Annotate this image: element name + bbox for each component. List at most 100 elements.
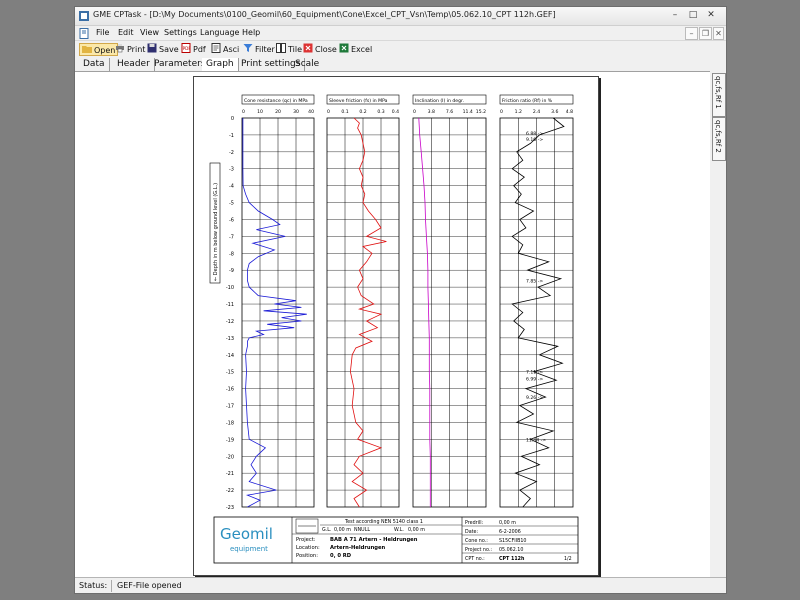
- x-tick-label: 0: [413, 109, 416, 115]
- depth-tick-label: -20: [226, 454, 234, 460]
- panel-title: Inclination (I) in degr.: [415, 98, 464, 104]
- tab-graph[interactable]: Graph: [202, 58, 239, 71]
- menu-file[interactable]: File: [96, 28, 109, 37]
- ratio-annotation: 9.16 ->: [526, 137, 543, 143]
- status-text: GEF-File opened: [117, 581, 182, 590]
- depth-tick-label: -5: [229, 201, 234, 207]
- status-label: Status:: [79, 581, 108, 590]
- ratio-annotation: 7.11 ->: [526, 370, 543, 376]
- save-button[interactable]: Save: [147, 43, 179, 56]
- depth-tick-label: -14: [226, 353, 234, 359]
- x-tick-label: 0.1: [341, 109, 348, 115]
- side-tab-bar: qc,fs,Rf 1 qc,fs,Rf 2: [710, 71, 726, 577]
- x-tick-label: 0.4: [392, 109, 399, 115]
- ratio-annotation: 11.34 ->: [526, 437, 546, 443]
- x-tick-label: 10: [257, 109, 263, 115]
- depth-tick-label: -6: [229, 217, 234, 223]
- mdi-close-button[interactable]: ✕: [713, 27, 724, 40]
- date-value: 6-2-2006: [499, 529, 521, 535]
- wl-value: 0,00 m: [408, 527, 425, 533]
- mdi-minimize-button[interactable]: –: [685, 27, 698, 40]
- depth-tick-label: -13: [226, 336, 234, 342]
- position-label: Position:: [296, 553, 318, 559]
- maximize-button[interactable]: □: [685, 9, 701, 22]
- depth-tick-label: 0: [231, 116, 234, 122]
- tab-bar: Data Header Parameters Graph Print setti…: [75, 58, 726, 71]
- tab-scale[interactable]: Scale: [291, 58, 323, 71]
- depth-tick-label: -23: [226, 505, 234, 511]
- app-window: GME CPTask - [D:\My Documents\0100_Geomi…: [74, 6, 727, 594]
- depth-tick-label: -12: [226, 319, 234, 325]
- depth-tick-label: -17: [226, 404, 234, 410]
- menu-language[interactable]: Language: [200, 28, 239, 37]
- x-tick-label: 3.8: [428, 109, 435, 115]
- mdi-restore-button[interactable]: ❐: [699, 27, 712, 40]
- depth-tick-label: -11: [226, 302, 234, 308]
- app-icon: [79, 11, 89, 21]
- tab-data[interactable]: Data: [79, 58, 110, 71]
- x-tick-label: 7.6: [446, 109, 453, 115]
- x-tick-label: 4.8: [566, 109, 573, 115]
- depth-tick-label: -18: [226, 420, 234, 426]
- depth-tick-label: -22: [226, 488, 234, 494]
- depth-tick-label: -2: [229, 150, 234, 156]
- menu-edit[interactable]: Edit: [118, 28, 134, 37]
- tile-button[interactable]: Tile: [276, 43, 302, 56]
- x-tick-label: 15.2: [476, 109, 486, 115]
- minimize-button[interactable]: –: [667, 9, 683, 22]
- print-button[interactable]: Print: [115, 43, 145, 56]
- excel-button[interactable]: Excel: [339, 43, 372, 56]
- ratio-annotation: 6.88 ->: [526, 131, 543, 137]
- menu-settings[interactable]: Settings: [164, 28, 197, 37]
- report-page: ← Depth in m below ground level (G.L.) 0 -…: [193, 76, 599, 576]
- depth-tick-label: -1: [229, 133, 234, 139]
- project-number-value: 05.062.10: [499, 547, 523, 553]
- tile-icon: [276, 43, 286, 53]
- location-value: Artern-Heldrungen: [330, 545, 386, 551]
- cpt-number-label: CPT no.:: [465, 556, 485, 562]
- ratio-annotation: 6.99 ->: [526, 376, 543, 382]
- depth-tick-label: -3: [229, 167, 234, 173]
- location-label: Location:: [296, 545, 320, 551]
- sheet-number: 1/2: [564, 556, 572, 562]
- x-tick-label: 1.2: [515, 109, 522, 115]
- ascii-button[interactable]: Asci: [211, 43, 239, 56]
- gl-reference: NNULL: [354, 527, 370, 533]
- side-tab-qc-fs-rf-2[interactable]: qc,fs,Rf 2: [712, 117, 726, 161]
- printer-icon: [116, 44, 124, 53]
- filter-button[interactable]: Filter: [243, 43, 275, 56]
- text-file-icon: [211, 43, 221, 53]
- logo-equipment: equipment: [230, 545, 268, 553]
- position-value: 0, 0 RD: [330, 553, 352, 559]
- depth-tick-label: -9: [229, 268, 234, 274]
- depth-tick-label: -19: [226, 437, 234, 443]
- status-separator: [111, 580, 112, 592]
- close-doc-icon: [303, 43, 313, 53]
- ratio-annotation: 7.85 ->: [526, 278, 543, 284]
- depth-tick-label: -21: [226, 471, 234, 477]
- pdf-button[interactable]: PDF Pdf: [181, 43, 206, 56]
- menu-help[interactable]: Help: [242, 28, 260, 37]
- tab-header[interactable]: Header: [113, 58, 155, 71]
- side-tab-qc-fs-rf-1[interactable]: qc,fs,Rf 1: [712, 73, 726, 117]
- predrill-value: 0,00 m: [499, 520, 516, 526]
- project-label: Project:: [296, 537, 316, 543]
- x-tick-label: 3.6: [551, 109, 558, 115]
- x-tick-label: 2.4: [533, 109, 540, 115]
- close-window-button[interactable]: ✕: [703, 9, 719, 22]
- menu-view[interactable]: View: [140, 28, 159, 37]
- x-tick-label: 30: [293, 109, 299, 115]
- depth-tick-label: -8: [229, 251, 234, 257]
- date-label: Date:: [465, 529, 478, 535]
- panel-title: Sleeve friction (fs) in MPa: [329, 98, 388, 104]
- cone-label: Cone no.:: [465, 538, 488, 544]
- project-value: BAB A 71 Artern - Heldrungen: [330, 537, 418, 543]
- close-button[interactable]: Close: [303, 43, 337, 56]
- graph-view: ← Depth in m below ground level (G.L.) 0 -…: [75, 71, 710, 578]
- depth-tick-label: -10: [226, 285, 234, 291]
- status-bar: Status: GEF-File opened: [75, 577, 726, 593]
- title-bar: GME CPTask - [D:\My Documents\0100_Geomi…: [75, 7, 726, 26]
- x-tick-label: 40: [308, 109, 314, 115]
- open-button[interactable]: Open: [79, 43, 119, 56]
- depth-tick-label: -16: [226, 387, 234, 393]
